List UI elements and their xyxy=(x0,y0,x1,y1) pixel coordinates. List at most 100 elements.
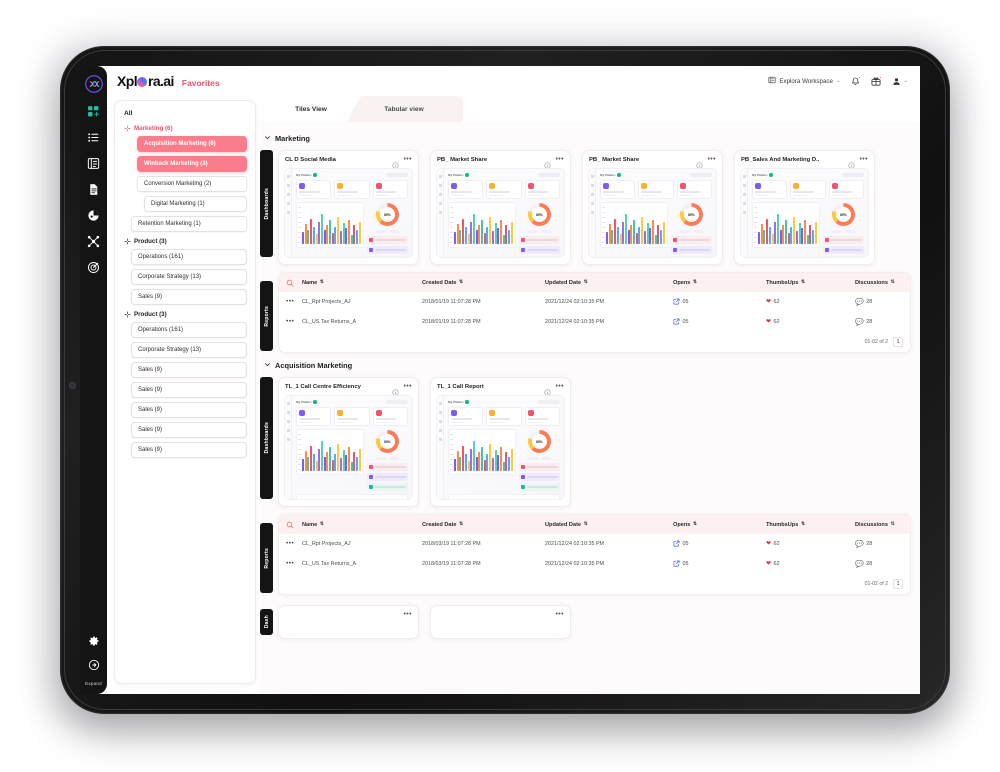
row-menu-icon[interactable]: ••• xyxy=(286,560,302,568)
open-external-icon[interactable] xyxy=(673,560,680,569)
comment-bubble-icon[interactable]: 💬 xyxy=(855,541,864,548)
sort-icon[interactable]: ⇅ xyxy=(320,280,324,285)
dashboard-card[interactable]: TL_1 Call Report ••• My Pattern 85% My Chart xyxy=(430,377,571,507)
sort-icon[interactable]: ⇅ xyxy=(584,522,588,527)
explora-logo-icon[interactable] xyxy=(84,74,104,94)
section-header[interactable]: Acquisition Marketing xyxy=(264,361,911,370)
dashboard-card[interactable]: PB_ Market Share•••My Pattern85%My Chart xyxy=(430,150,571,265)
heart-icon[interactable]: ❤ xyxy=(766,561,771,567)
pagination-page-1[interactable]: 1 xyxy=(893,579,903,589)
partial-card[interactable]: ••• xyxy=(278,605,419,639)
dashboard-thumbnail[interactable]: My Pattern85%My Chart xyxy=(436,168,565,258)
search-icon[interactable] xyxy=(286,279,302,287)
filter-chip[interactable]: Operations (161) xyxy=(131,249,247,265)
info-icon[interactable] xyxy=(696,156,703,169)
table-row[interactable]: ••• CL_Rpt Projects_AJ 2018/03/19 11:07:28… xyxy=(279,534,910,554)
table-row[interactable]: ••• CL_US Tax Returns_A 2018/03/19 11:07:2… xyxy=(279,554,910,574)
more-options-icon[interactable]: ••• xyxy=(403,156,412,163)
dashboard-thumbnail[interactable]: My Pattern85%My Chart xyxy=(436,395,565,500)
open-external-icon[interactable] xyxy=(673,298,680,307)
column-header-updated[interactable]: Updated Date ⇅ xyxy=(545,280,673,286)
sort-icon[interactable]: ⇅ xyxy=(693,280,697,285)
filter-chip[interactable]: Sales (9) xyxy=(131,442,247,458)
more-options-icon[interactable]: ••• xyxy=(707,156,716,163)
heart-icon[interactable]: ❤ xyxy=(766,299,771,305)
column-header-opens[interactable]: Opens ⇅ xyxy=(673,522,766,528)
filter-chip[interactable]: Acquisition Marketing (6) xyxy=(137,136,247,152)
row-menu-icon[interactable]: ••• xyxy=(286,298,302,306)
filter-group-header[interactable]: Marketing (6) xyxy=(124,125,247,132)
sort-icon[interactable]: ⇅ xyxy=(890,522,894,527)
collapse-toggle-icon[interactable] xyxy=(124,311,131,318)
filter-chip[interactable]: Sales (9) xyxy=(131,422,247,438)
sort-icon[interactable]: ⇅ xyxy=(584,280,588,285)
sections-scroll-area[interactable]: Marketing Dashboards CL D Social Media ••• M… xyxy=(260,122,920,694)
partial-card[interactable]: ••• xyxy=(430,605,571,639)
open-external-icon[interactable] xyxy=(673,540,680,549)
column-header-disc[interactable]: Discussions ⇅ xyxy=(855,280,895,286)
heart-icon[interactable]: ❤ xyxy=(766,541,771,547)
column-header-disc[interactable]: Discussions ⇅ xyxy=(855,522,895,528)
expand-rail-label[interactable]: Expand xyxy=(85,681,102,686)
tab-tiles-view[interactable]: Tiles View xyxy=(263,96,359,122)
chevron-down-icon[interactable] xyxy=(264,134,271,143)
more-options-icon[interactable]: ••• xyxy=(555,611,564,618)
table-row[interactable]: ••• CL_Rpt Projects_AJ 2018/01/19 11:07:28… xyxy=(279,292,910,312)
filter-chip[interactable]: Digital Marketing (1) xyxy=(144,196,247,212)
vertical-tab-dashboards[interactable]: Dashboards xyxy=(260,377,273,499)
filter-chip[interactable]: Sales (9) xyxy=(131,402,247,418)
column-header-thumbs[interactable]: ThumbsUps ⇅ xyxy=(766,522,855,528)
dashboard-thumbnail[interactable]: My Pattern85%My Chart xyxy=(588,168,717,258)
column-header-name[interactable]: Name ⇅ xyxy=(302,522,422,528)
sort-icon[interactable]: ⇅ xyxy=(459,280,463,285)
dashboard-thumbnail[interactable]: My Pattern85%My Chart xyxy=(284,168,413,258)
sort-icon[interactable]: ⇅ xyxy=(801,280,805,285)
sort-icon[interactable]: ⇅ xyxy=(801,522,805,527)
gear-icon[interactable] xyxy=(86,633,101,648)
comment-bubble-icon[interactable]: 💬 xyxy=(855,299,864,306)
column-header-thumbs[interactable]: ThumbsUps ⇅ xyxy=(766,280,855,286)
notifications-button[interactable] xyxy=(851,75,862,86)
more-options-icon[interactable]: ••• xyxy=(555,156,564,163)
info-icon[interactable] xyxy=(392,156,399,169)
user-menu[interactable]: ⌄ xyxy=(892,77,908,86)
filter-chip[interactable]: Conversion Marketing (2) xyxy=(137,176,247,192)
heart-icon[interactable]: ❤ xyxy=(766,319,771,325)
vertical-tab-reports[interactable]: Reports xyxy=(260,281,273,351)
logout-icon[interactable] xyxy=(86,657,101,672)
gift-card-button[interactable] xyxy=(871,75,883,86)
list-icon[interactable] xyxy=(86,130,101,145)
more-options-icon[interactable]: ••• xyxy=(403,611,412,618)
document-icon[interactable] xyxy=(86,182,101,197)
dashboard-card[interactable]: PB_ Market Share•••My Pattern85%My Chart xyxy=(582,150,723,265)
column-header-opens[interactable]: Opens ⇅ xyxy=(673,280,766,286)
vertical-tab-partial[interactable]: Dash xyxy=(260,609,273,635)
sort-icon[interactable]: ⇅ xyxy=(693,522,697,527)
info-icon[interactable] xyxy=(544,156,551,169)
chevron-down-icon[interactable] xyxy=(264,361,271,370)
dashboard-card[interactable]: PB_Sales And Marketing D.. ••• My Pattern 8… xyxy=(734,150,875,265)
target-icon[interactable] xyxy=(86,260,101,275)
column-header-created[interactable]: Created Date ⇅ xyxy=(422,522,545,528)
filter-chip[interactable]: Sales (9) xyxy=(131,362,247,378)
pagination-page-1[interactable]: 1 xyxy=(893,337,903,347)
sort-icon[interactable]: ⇅ xyxy=(890,280,894,285)
vertical-tab-reports[interactable]: Reports xyxy=(260,523,273,593)
open-external-icon[interactable] xyxy=(673,318,680,327)
dashboard-card[interactable]: TL_1 Call Centre Efficiency ••• My Pattern… xyxy=(278,377,419,507)
row-menu-icon[interactable]: ••• xyxy=(286,540,302,548)
info-icon[interactable] xyxy=(392,383,399,396)
row-menu-icon[interactable]: ••• xyxy=(286,318,302,326)
column-header-name[interactable]: Name ⇅ xyxy=(302,280,422,286)
network-icon[interactable] xyxy=(86,234,101,249)
search-icon[interactable] xyxy=(286,521,302,529)
filter-group-header[interactable]: Product (3) xyxy=(124,238,247,245)
dashboard-card[interactable]: CL D Social Media•••My Pattern85%My Char… xyxy=(278,150,419,265)
sort-icon[interactable]: ⇅ xyxy=(320,522,324,527)
column-header-updated[interactable]: Updated Date ⇅ xyxy=(545,522,673,528)
brand-logo[interactable]: Xpl ra.ai xyxy=(117,73,174,89)
collapse-toggle-icon[interactable] xyxy=(124,125,131,132)
collapse-toggle-icon[interactable] xyxy=(124,238,131,245)
dashboard-thumbnail[interactable]: My Pattern85%My Chart xyxy=(740,168,869,258)
more-options-icon[interactable]: ••• xyxy=(555,383,564,390)
